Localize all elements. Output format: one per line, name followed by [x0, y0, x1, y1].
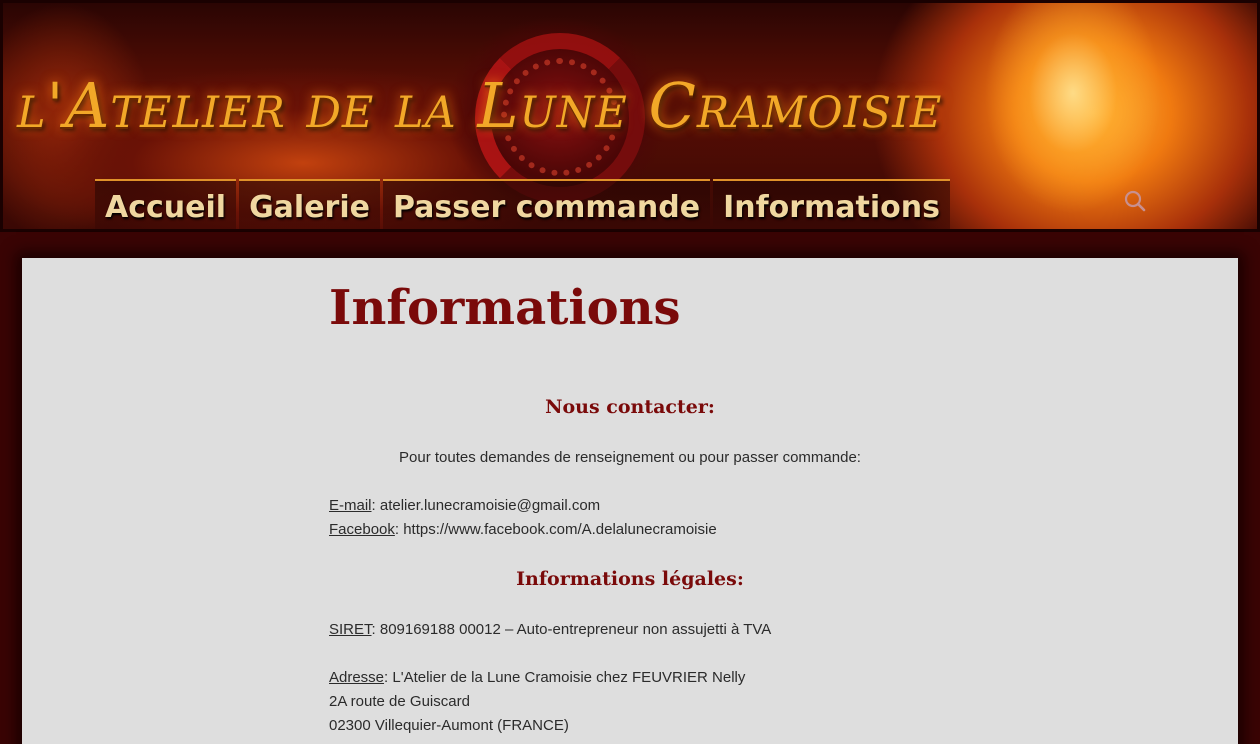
address-value: : L'Atelier de la Lune Cramoisie chez FE…: [384, 669, 746, 686]
siret-value: : 809169188 00012 – Auto-entrepreneur no…: [371, 621, 772, 638]
nav-item-passer-commande[interactable]: Passer commande: [383, 179, 711, 229]
nav-item-galerie[interactable]: Galerie: [239, 179, 380, 229]
main-content: Informations Nous contacter: Pour toutes…: [22, 258, 1238, 744]
page-title: Informations: [329, 280, 681, 336]
siret-label: SIRET: [329, 621, 372, 638]
nav-item-accueil[interactable]: Accueil: [95, 179, 237, 229]
contact-intro: Pour toutes demandes de renseignement ou…: [399, 449, 861, 466]
nav-item-informations[interactable]: Informations: [713, 179, 950, 229]
main-navigation: Accueil Galerie Passer commande Informat…: [95, 179, 950, 229]
header-fire-artwork: [963, 3, 1257, 229]
facebook-label: Facebook: [329, 521, 395, 538]
search-icon[interactable]: [1123, 189, 1147, 213]
facebook-value: : https://www.facebook.com/A.delalunecra…: [394, 521, 717, 538]
contact-heading: Nous contacter:: [545, 396, 715, 418]
address-line-3: 02300 Villequier-Aumont (FRANCE): [329, 717, 569, 734]
site-header: l'Atelier de la Lune Cramoisie Accueil G…: [0, 0, 1260, 232]
email-line: E-mail: atelier.lunecramoisie@gmail.com: [329, 497, 600, 514]
siret-line: SIRET: 809169188 00012 – Auto-entreprene…: [329, 621, 771, 638]
site-title[interactable]: l'Atelier de la Lune Cramoisie: [17, 69, 977, 142]
address-label: Adresse: [329, 669, 385, 686]
email-value: : atelier.lunecramoisie@gmail.com: [371, 497, 601, 514]
legal-heading: Informations légales:: [516, 568, 744, 590]
address-line-1: Adresse: L'Atelier de la Lune Cramoisie …: [329, 669, 745, 686]
facebook-line: Facebook: https://www.facebook.com/A.del…: [329, 521, 717, 538]
address-line-2: 2A route de Guiscard: [329, 693, 470, 710]
email-label: E-mail: [329, 497, 372, 514]
